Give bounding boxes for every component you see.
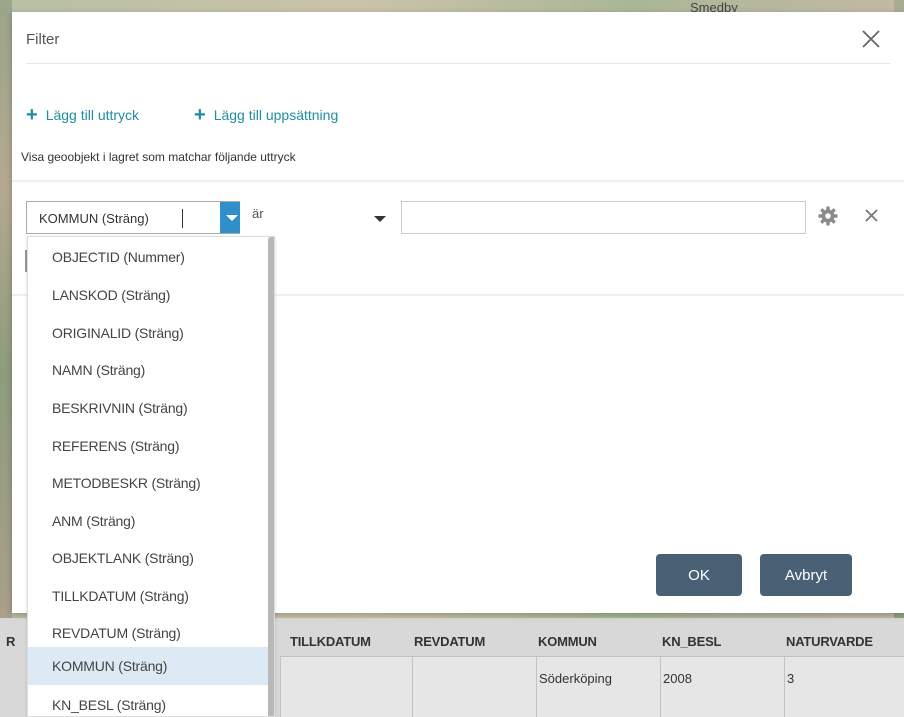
dropdown-item[interactable]: NAMN (Sträng) [28, 351, 268, 389]
section-divider [12, 180, 904, 182]
table-cell: 2008 [663, 671, 692, 686]
dropdown-item[interactable]: METODBESKR (Sträng) [28, 464, 268, 502]
column-divider [536, 657, 537, 717]
operator-select[interactable]: är [240, 201, 392, 234]
column-divider [784, 657, 785, 717]
add-expression-link[interactable]: + Lägg till uttryck [26, 104, 140, 126]
value-input[interactable] [401, 201, 806, 234]
plus-icon: + [194, 104, 206, 126]
dropdown-item[interactable]: TILLKDATUM (Sträng) [28, 577, 268, 615]
table-header[interactable]: REVDATUM [414, 634, 485, 649]
close-icon[interactable] [858, 26, 884, 52]
table-header[interactable]: KN_BESL [662, 634, 721, 649]
dropdown-item[interactable]: OBJECTID (Nummer) [28, 238, 268, 276]
column-divider [660, 657, 661, 717]
remove-expression-icon[interactable] [862, 206, 882, 226]
filter-description: Visa geoobjekt i lagret som matchar följ… [21, 150, 296, 164]
gear-icon[interactable] [817, 205, 839, 227]
dropdown-scrollbar-thumb[interactable] [268, 237, 274, 716]
table-cell: Söderköping [539, 671, 612, 686]
header-divider [26, 63, 890, 64]
dropdown-item[interactable]: KN_BESL (Sträng) [28, 686, 268, 716]
add-expression-label: Lägg till uttryck [45, 107, 140, 123]
dialog-title: Filter [26, 31, 60, 48]
column-divider [280, 657, 281, 717]
table-row[interactable]: Söderköping 2008 3 [280, 656, 904, 717]
field-select[interactable]: KOMMUN (Sträng) [26, 201, 245, 234]
table-header[interactable]: TILLKDATUM [290, 634, 371, 649]
plus-icon: + [26, 104, 38, 126]
text-caret [182, 209, 183, 228]
dropdown-item[interactable]: OBJEKTLANK (Sträng) [28, 539, 268, 577]
dropdown-item[interactable]: ORIGINALID (Sträng) [28, 314, 268, 352]
chevron-down-icon [226, 215, 238, 221]
table-header[interactable]: R [6, 634, 15, 649]
operator-select-value: är [252, 206, 264, 221]
dropdown-item[interactable]: BESKRIVNIN (Sträng) [28, 389, 268, 427]
dropdown-item[interactable]: REFERENS (Sträng) [28, 427, 268, 465]
chevron-down-icon [374, 216, 386, 222]
cancel-button[interactable]: Avbryt [760, 554, 852, 596]
add-set-link[interactable]: + Lägg till uppsättning [194, 104, 339, 126]
dropdown-item[interactable]: LANSKOD (Sträng) [28, 276, 268, 314]
ok-button[interactable]: OK [656, 554, 742, 596]
field-select-value: KOMMUN (Sträng) [39, 211, 149, 226]
dropdown-item[interactable]: ANM (Sträng) [28, 502, 268, 540]
map-edge-left [0, 0, 12, 620]
add-set-label: Lägg till uppsättning [213, 107, 339, 123]
column-divider [412, 657, 413, 717]
table-header[interactable]: KOMMUN [538, 634, 597, 649]
table-cell: 3 [787, 671, 795, 686]
table-header[interactable]: NATURVARDE [786, 634, 873, 649]
field-dropdown-list: OBJECTID (Nummer) LANSKOD (Sträng) ORIGI… [27, 236, 275, 717]
dropdown-item-selected[interactable]: KOMMUN (Sträng) [28, 647, 268, 685]
